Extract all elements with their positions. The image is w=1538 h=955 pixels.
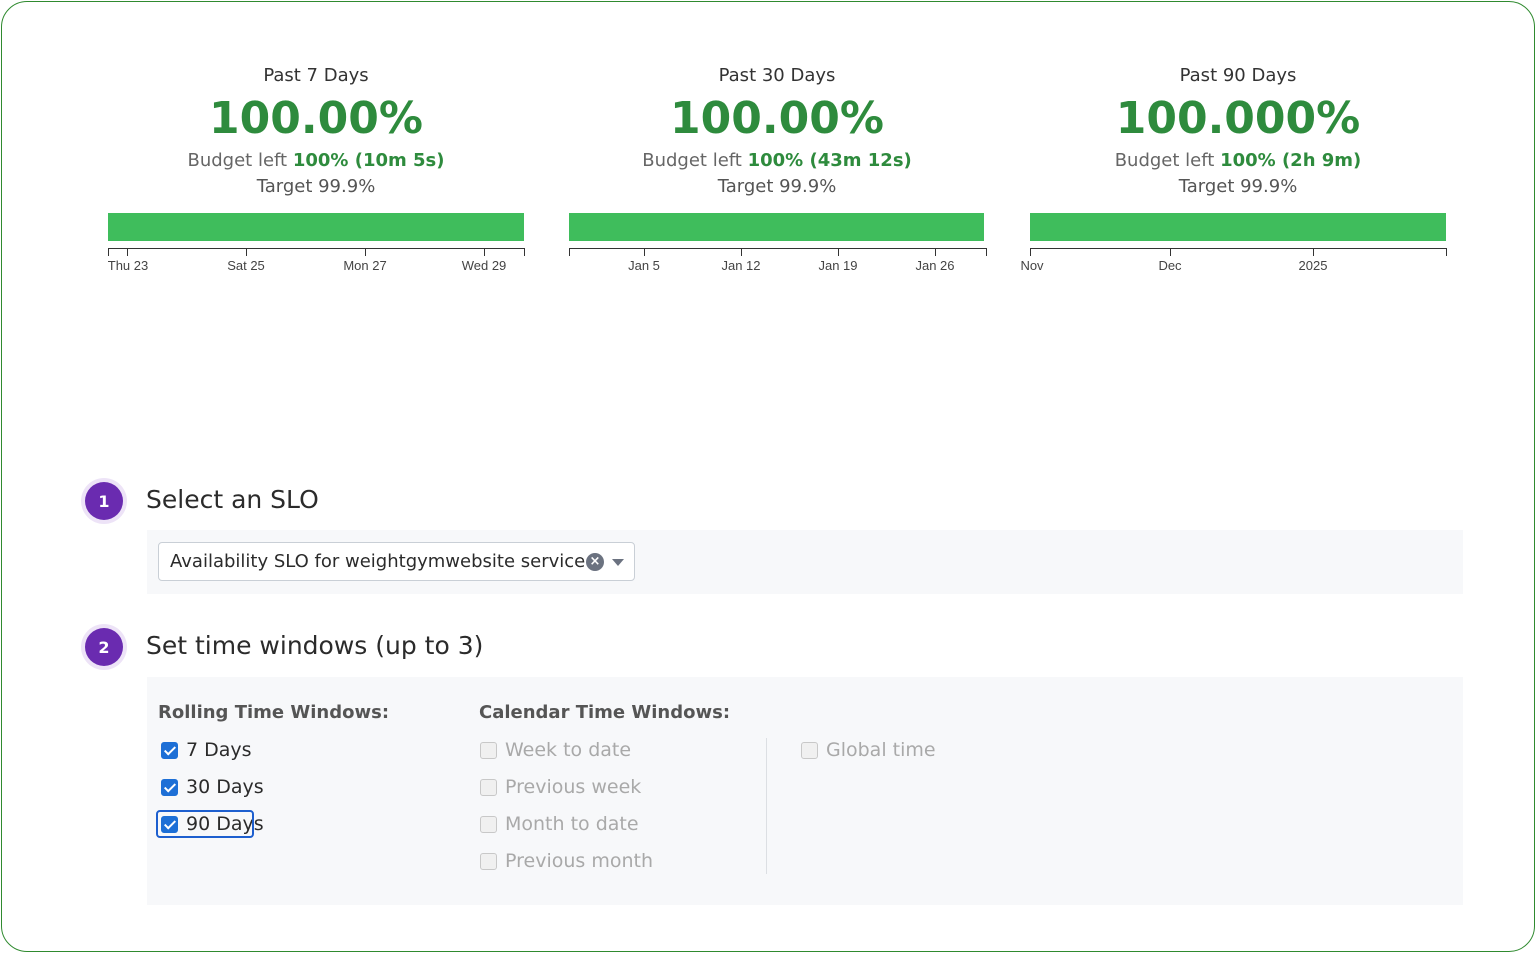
checkbox-label: 30 Days bbox=[186, 776, 264, 798]
step-2-title: Set time windows (up to 3) bbox=[146, 631, 484, 660]
step-2-badge: 2 bbox=[85, 628, 123, 666]
target-label: Target bbox=[717, 176, 774, 197]
checkbox-label: Previous month bbox=[505, 850, 654, 872]
axis-tick bbox=[569, 248, 570, 256]
target-label: Target bbox=[1178, 176, 1235, 197]
timeline-axis-90d bbox=[1030, 248, 1447, 249]
checkbox-unchecked-icon[interactable] bbox=[480, 815, 497, 833]
axis-tick-label: Nov bbox=[1020, 258, 1044, 273]
slo-select-value: Availability SLO for weightgymwebsite se… bbox=[170, 551, 586, 572]
step-1-badge: 1 bbox=[85, 482, 123, 520]
budget-label: Budget left bbox=[1114, 150, 1215, 171]
checkbox-global-time[interactable]: Global time bbox=[801, 737, 936, 763]
column-divider bbox=[766, 738, 767, 874]
calendar-windows-label: Calendar Time Windows: bbox=[479, 702, 731, 723]
axis-tick bbox=[365, 248, 366, 256]
timeline-axis-30d bbox=[569, 248, 987, 249]
axis-tick bbox=[108, 248, 109, 256]
target-value: 99.9% bbox=[1240, 176, 1298, 197]
checkbox-7-days[interactable]: 7 Days bbox=[161, 737, 252, 763]
axis-tick bbox=[644, 248, 645, 256]
budget-value: 100% (43m 12s) bbox=[747, 150, 912, 171]
axis-tick bbox=[935, 248, 936, 256]
axis-tick bbox=[246, 248, 247, 256]
target-label: Target bbox=[256, 176, 313, 197]
checkbox-label: Previous week bbox=[505, 776, 642, 798]
axis-tick-label: 2025 bbox=[1298, 258, 1328, 273]
panel-target: Target 99.9% bbox=[568, 174, 986, 200]
axis-tick bbox=[1446, 248, 1447, 256]
checkbox-unchecked-icon[interactable] bbox=[480, 852, 497, 870]
checkbox-label: Week to date bbox=[505, 739, 632, 761]
status-bar-30d[interactable] bbox=[569, 213, 984, 241]
focus-ring bbox=[156, 810, 254, 838]
status-bar-90d[interactable] bbox=[1030, 213, 1446, 241]
checkbox-checked-icon[interactable] bbox=[161, 741, 178, 759]
axis-tick-label: Mon 27 bbox=[343, 258, 387, 273]
budget-value: 100% (10m 5s) bbox=[292, 150, 445, 171]
axis-tick bbox=[986, 248, 987, 256]
panel-budget: Budget left 100% (2h 9m) bbox=[1029, 148, 1447, 174]
panel-period: Past 90 Days bbox=[1179, 65, 1297, 86]
axis-tick bbox=[838, 248, 839, 256]
checkbox-30-days[interactable]: 30 Days bbox=[161, 774, 264, 800]
slo-panel-90d: Past 90 Days 100.000% Budget left 100% (… bbox=[1029, 62, 1447, 200]
panel-budget: Budget left 100% (43m 12s) bbox=[568, 148, 986, 174]
axis-tick-label: Sat 25 bbox=[227, 258, 265, 273]
axis-tick-label: Dec bbox=[1158, 258, 1182, 273]
budget-label: Budget left bbox=[187, 150, 288, 171]
axis-tick bbox=[741, 248, 742, 256]
checkbox-week-to-date[interactable]: Week to date bbox=[480, 737, 631, 763]
checkbox-month-to-date[interactable]: Month to date bbox=[480, 811, 639, 837]
target-value: 99.9% bbox=[318, 176, 376, 197]
axis-tick bbox=[127, 248, 128, 256]
panel-budget: Budget left 100% (10m 5s) bbox=[107, 148, 525, 174]
clear-circle-icon[interactable]: × bbox=[586, 553, 604, 571]
checkbox-unchecked-icon[interactable] bbox=[480, 778, 497, 796]
checkbox-previous-month[interactable]: Previous month bbox=[480, 848, 653, 874]
checkbox-checked-icon[interactable] bbox=[161, 778, 178, 796]
checkbox-label: 7 Days bbox=[186, 739, 252, 761]
axis-tick-label: Thu 23 bbox=[107, 258, 149, 273]
axis-tick-label: Jan 19 bbox=[818, 258, 858, 273]
panel-percentage: 100.00% bbox=[670, 93, 884, 144]
budget-value: 100% (2h 9m) bbox=[1220, 150, 1362, 171]
checkbox-unchecked-icon[interactable] bbox=[801, 741, 818, 759]
rolling-windows-label: Rolling Time Windows: bbox=[158, 702, 390, 723]
axis-tick bbox=[484, 248, 485, 256]
panel-target: Target 99.9% bbox=[107, 174, 525, 200]
axis-tick bbox=[1030, 248, 1031, 256]
panel-percentage: 100.000% bbox=[1115, 93, 1361, 144]
checkbox-unchecked-icon[interactable] bbox=[480, 741, 497, 759]
checkbox-previous-week[interactable]: Previous week bbox=[480, 774, 641, 800]
panel-percentage: 100.00% bbox=[209, 93, 423, 144]
panel-target: Target 99.9% bbox=[1029, 174, 1447, 200]
chevron-down-icon[interactable] bbox=[612, 559, 624, 566]
budget-label: Budget left bbox=[642, 150, 742, 171]
axis-tick-label: Jan 26 bbox=[915, 258, 955, 273]
slo-select[interactable]: Availability SLO for weightgymwebsite se… bbox=[158, 542, 635, 581]
status-bar-7d[interactable] bbox=[108, 213, 524, 241]
panel-period: Past 30 Days bbox=[718, 65, 836, 86]
axis-tick-label: Wed 29 bbox=[461, 258, 507, 273]
slo-panel-7d: Past 7 Days 100.00% Budget left 100% (10… bbox=[107, 62, 525, 200]
checkbox-label: Month to date bbox=[505, 813, 639, 835]
axis-tick-label: Jan 12 bbox=[721, 258, 761, 273]
panel-period: Past 7 Days bbox=[263, 65, 369, 86]
axis-tick bbox=[1313, 248, 1314, 256]
axis-tick bbox=[524, 248, 525, 256]
target-value: 99.9% bbox=[779, 176, 837, 197]
axis-tick bbox=[1170, 248, 1171, 256]
timeline-axis-7d bbox=[108, 248, 525, 249]
step-1-title: Select an SLO bbox=[146, 485, 319, 514]
checkbox-label: Global time bbox=[826, 739, 936, 761]
axis-tick-label: Jan 5 bbox=[628, 258, 660, 273]
slo-panel-30d: Past 30 Days 100.00% Budget left 100% (4… bbox=[568, 62, 986, 200]
